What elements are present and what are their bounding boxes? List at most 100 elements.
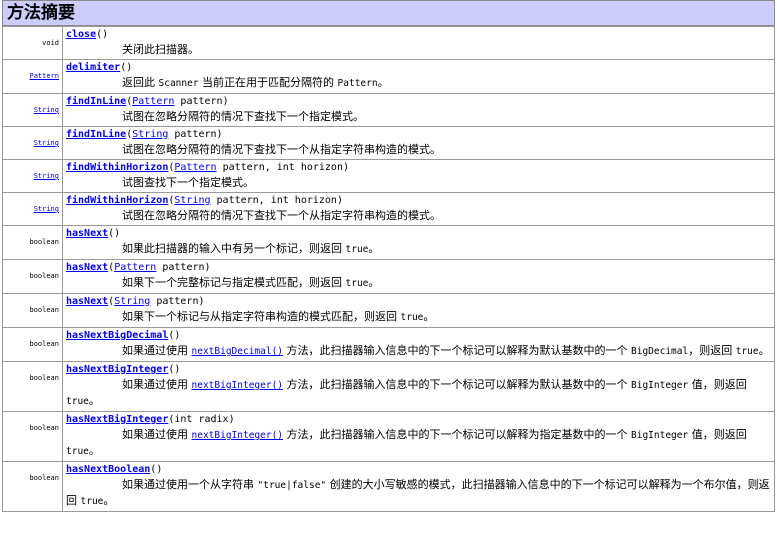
param-type-link[interactable]: Pattern <box>114 262 156 273</box>
return-type-link[interactable]: Pattern <box>29 72 59 80</box>
return-type-cell: String <box>2 159 63 193</box>
param-text: pattern) <box>156 262 211 273</box>
method-name-link[interactable]: close <box>66 29 96 40</box>
method-name-link[interactable]: findInLine <box>66 129 126 140</box>
description-text: 方法，此扫描器输入信息中的下一个标记可以解释为指定基数中的一个 <box>283 428 632 441</box>
description-text: 如果通过使用 <box>122 344 192 357</box>
method-detail-cell: hasNextBigInteger() 如果通过使用 nextBigInteger… <box>62 361 775 412</box>
description-text: 。 <box>88 394 100 407</box>
return-type-link[interactable]: String <box>34 172 59 180</box>
code-text: true <box>400 312 424 323</box>
method-signature: findInLine(String pattern) <box>66 128 770 142</box>
code-text: Pattern <box>337 78 378 89</box>
method-description: 关闭此扫描器。 <box>66 42 770 57</box>
return-type-cell: String <box>2 93 63 127</box>
code-text: true <box>80 496 104 507</box>
return-type: boolean <box>29 238 59 246</box>
code-text: Scanner <box>158 78 199 89</box>
return-type: boolean <box>29 374 59 382</box>
param-text: () <box>150 464 163 475</box>
method-signature: findWithinHorizon(Pattern pattern, int h… <box>66 161 770 175</box>
description-text: 试图在忽略分隔符的情况下查找下一个从指定字符串构造的模式。 <box>122 143 441 156</box>
method-row: boolean hasNextBoolean() 如果通过使用一个从字符串 "tru… <box>2 461 775 512</box>
param-type-link[interactable]: Pattern <box>174 162 216 173</box>
description-text: 。 <box>103 494 115 507</box>
param-type-link[interactable]: String <box>174 195 210 206</box>
method-name-link[interactable]: hasNext <box>66 228 108 239</box>
method-name-link[interactable]: hasNextBigInteger <box>66 364 168 375</box>
description-text: 如果通过使用 <box>122 378 192 391</box>
code-text: "true|false" <box>257 480 327 491</box>
description-text: 返回此 <box>122 76 159 89</box>
description-text: 如果下一个完整标记与指定模式匹配，则返回 <box>122 276 346 289</box>
method-row: String findInLine(String pattern) 试图在忽略分隔符… <box>2 126 775 160</box>
return-type-cell: boolean <box>2 461 63 512</box>
return-type: boolean <box>29 272 59 280</box>
method-name-link[interactable]: hasNextBigInteger <box>66 414 168 425</box>
method-description: 如果通过使用 nextBigInteger() 方法，此扫描器输入信息中的下一个… <box>66 427 770 459</box>
method-detail-cell: findInLine(Pattern pattern) 试图在忽略分隔符的情况下查… <box>62 93 775 127</box>
method-row: void close() 关闭此扫描器。 <box>2 26 775 60</box>
method-description: 如果通过使用 nextBigInteger() 方法，此扫描器输入信息中的下一个… <box>66 377 770 409</box>
section-title: 方法摘要 <box>2 0 775 26</box>
param-text: pattern) <box>150 296 205 307</box>
code-text: BigInteger <box>631 430 689 441</box>
method-detail-cell: findWithinHorizon(Pattern pattern, int h… <box>62 159 775 193</box>
description-method-link[interactable]: nextBigInteger() <box>192 430 284 441</box>
method-name-link[interactable]: hasNext <box>66 296 108 307</box>
method-signature: hasNext(String pattern) <box>66 295 770 309</box>
description-text: 关闭此扫描器。 <box>122 43 199 56</box>
return-type-cell: String <box>2 126 63 160</box>
param-text: (int radix) <box>168 414 235 425</box>
method-signature: hasNextBigDecimal() <box>66 329 770 343</box>
return-type: boolean <box>29 424 59 432</box>
description-text: 如果下一个标记与从指定字符串构造的模式匹配，则返回 <box>122 310 401 323</box>
method-name-link[interactable]: delimiter <box>66 62 120 73</box>
method-row: boolean hasNextBigDecimal() 如果通过使用 nextBig… <box>2 327 775 362</box>
param-type-link[interactable]: Pattern <box>132 96 174 107</box>
method-description: 如果此扫描器的输入中有另一个标记，则返回 true。 <box>66 241 770 257</box>
method-name-link[interactable]: findWithinHorizon <box>66 195 168 206</box>
description-method-link[interactable]: nextBigDecimal() <box>192 346 284 357</box>
method-name-link[interactable]: findWithinHorizon <box>66 162 168 173</box>
method-description: 如果下一个标记与从指定字符串构造的模式匹配，则返回 true。 <box>66 309 770 325</box>
return-type-cell: boolean <box>2 327 63 362</box>
param-text: pattern) <box>174 96 229 107</box>
code-text: true <box>66 396 89 407</box>
method-name-link[interactable]: hasNextBoolean <box>66 464 150 475</box>
method-detail-cell: close() 关闭此扫描器。 <box>62 26 775 60</box>
method-name-link[interactable]: hasNext <box>66 262 108 273</box>
description-method-link[interactable]: nextBigInteger() <box>192 380 284 391</box>
description-text: 值，则返回 <box>688 428 747 441</box>
param-text: pattern, int horizon) <box>210 195 343 206</box>
param-text: pattern) <box>168 129 223 140</box>
method-detail-cell: delimiter() 返回此 Scanner 当前正在用于匹配分隔符的 Patt… <box>62 59 775 94</box>
method-signature: hasNextBoolean() <box>66 463 770 477</box>
param-type-link[interactable]: String <box>114 296 150 307</box>
method-signature: hasNextBigInteger(int radix) <box>66 413 770 427</box>
method-description: 试图查找下一个指定模式。 <box>66 175 770 190</box>
method-signature: findInLine(Pattern pattern) <box>66 95 770 109</box>
param-text: () <box>168 330 181 341</box>
method-name-link[interactable]: findInLine <box>66 96 126 107</box>
method-description: 如果通过使用 nextBigDecimal() 方法，此扫描器输入信息中的下一个… <box>66 343 770 359</box>
method-row: String findWithinHorizon(String pattern, … <box>2 192 775 226</box>
method-name-link[interactable]: hasNextBigDecimal <box>66 330 168 341</box>
description-text: 试图在忽略分隔符的情况下查找下一个指定模式。 <box>122 110 364 123</box>
method-detail-cell: hasNextBigInteger(int radix) 如果通过使用 nextB… <box>62 411 775 462</box>
description-text: 。 <box>368 276 380 289</box>
description-text: 如果此扫描器的输入中有另一个标记，则返回 <box>122 242 346 255</box>
return-type-link[interactable]: String <box>34 139 59 147</box>
description-text: 试图在忽略分隔符的情况下查找下一个从指定字符串构造的模式。 <box>122 209 441 222</box>
method-signature: delimiter() <box>66 61 770 75</box>
return-type-link[interactable]: String <box>34 106 59 114</box>
return-type-cell: boolean <box>2 293 63 328</box>
return-type-link[interactable]: String <box>34 205 59 213</box>
method-detail-cell: hasNextBigDecimal() 如果通过使用 nextBigDecimal… <box>62 327 775 362</box>
return-type-cell: boolean <box>2 225 63 260</box>
code-text: true <box>345 278 369 289</box>
param-type-link[interactable]: String <box>132 129 168 140</box>
description-text: 如果通过使用一个从字符串 <box>122 478 258 491</box>
method-row: boolean hasNext(Pattern pattern) 如果下一个完整标记… <box>2 259 775 294</box>
method-detail-cell: hasNext(Pattern pattern) 如果下一个完整标记与指定模式匹配… <box>62 259 775 294</box>
